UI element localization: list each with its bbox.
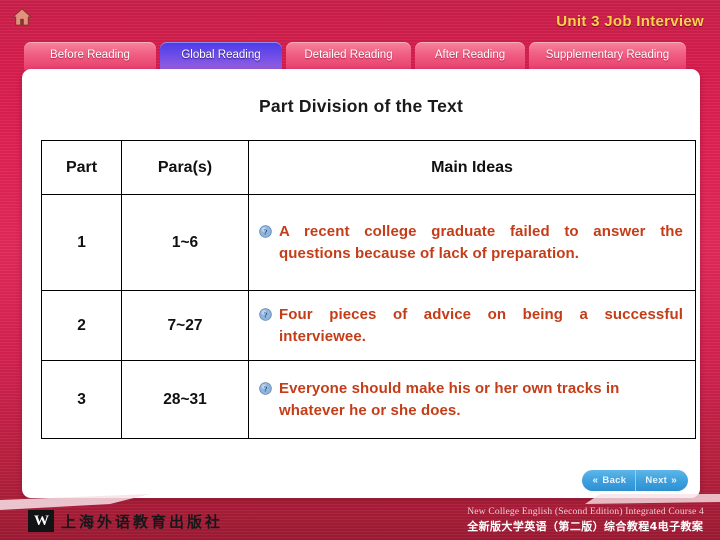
home-icon[interactable]	[11, 7, 33, 27]
next-button-label: Next	[645, 475, 668, 486]
svg-text:?: ?	[264, 228, 268, 237]
double-chevron-left-icon: «	[592, 474, 599, 486]
cell-idea-3: ? Everyone should make his or her own tr…	[248, 360, 696, 439]
cell-idea-1: ? A recent college graduate failed to an…	[248, 194, 696, 291]
back-button-label: Back	[602, 475, 627, 486]
idea-text-2: Four pieces of advice on being a success…	[279, 306, 683, 345]
course-title-en: New College English (Second Edition) Int…	[467, 507, 704, 517]
table-row: 3 28~31 ? Everyone should make his or he…	[41, 360, 696, 439]
tab-global-reading[interactable]: Global Reading	[160, 42, 282, 70]
tab-detailed-reading[interactable]: Detailed Reading	[286, 42, 411, 70]
cell-paras-3: 28~31	[121, 360, 249, 439]
question-mark-icon: ?	[259, 225, 272, 238]
table-row: 1 1~6 ? A recent college graduate failed…	[41, 194, 696, 291]
slide-root: Unit 3 Job Interview Before Reading Glob…	[0, 0, 720, 540]
column-header-main-ideas: Main Ideas	[248, 140, 696, 195]
navigation-buttons: « Back Next »	[581, 470, 688, 491]
course-title-cn: 全新版大学英语（第二版）综合教程4电子教案	[467, 520, 704, 533]
tab-after-reading[interactable]: After Reading	[415, 42, 525, 70]
idea-text-1: A recent college graduate failed to answ…	[279, 223, 683, 262]
question-mark-icon: ?	[259, 308, 272, 321]
course-info-block: New College English (Second Edition) Int…	[467, 507, 704, 534]
publisher-logo: W	[28, 510, 54, 532]
question-mark-icon: ?	[259, 382, 272, 395]
publisher-block: W 上海外语教育出版社	[28, 510, 223, 532]
table-row: 2 7~27 ? Four pieces of advice on being …	[41, 290, 696, 361]
cell-part-1: 1	[41, 194, 122, 291]
double-chevron-right-icon: »	[671, 474, 677, 486]
back-button[interactable]: « Back	[581, 470, 636, 491]
cell-paras-2: 7~27	[121, 290, 249, 361]
tab-supplementary-reading[interactable]: Supplementary Reading	[529, 42, 686, 70]
cell-part-2: 2	[41, 290, 122, 361]
idea-text-3: Everyone should make his or her own trac…	[279, 380, 620, 419]
tab-bar: Before Reading Global Reading Detailed R…	[24, 42, 686, 70]
cell-part-3: 3	[41, 360, 122, 439]
column-header-part: Part	[41, 140, 122, 195]
svg-text:?: ?	[264, 311, 268, 320]
content-panel: Part Division of the Text Part Para(s) M…	[22, 69, 700, 498]
cell-paras-1: 1~6	[121, 194, 249, 291]
page-title: Unit 3 Job Interview	[556, 13, 704, 30]
cell-idea-2: ? Four pieces of advice on being a succe…	[248, 290, 696, 361]
column-header-paras: Para(s)	[121, 140, 249, 195]
table-header-row: Part Para(s) Main Ideas	[41, 140, 696, 195]
slide-heading: Part Division of the Text	[258, 96, 463, 116]
next-button[interactable]: Next »	[635, 470, 688, 491]
tab-before-reading[interactable]: Before Reading	[24, 42, 156, 70]
publisher-name: 上海外语教育出版社	[61, 512, 224, 531]
svg-text:?: ?	[264, 385, 268, 394]
part-division-table: Part Para(s) Main Ideas 1 1~6 ? A recent…	[41, 140, 696, 439]
